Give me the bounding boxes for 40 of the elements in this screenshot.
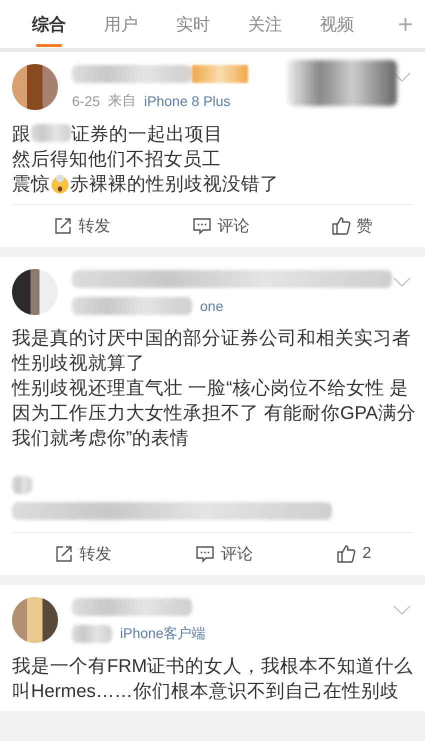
post-text: 证券的一起出项目 bbox=[71, 122, 223, 146]
blurred-text bbox=[72, 625, 112, 643]
chevron-down-icon bbox=[393, 277, 411, 288]
speech-bubble-icon bbox=[195, 544, 216, 564]
post-text: 然后得知他们不招女员工 bbox=[12, 147, 221, 171]
search-tab[interactable]: 关注 bbox=[246, 0, 284, 48]
speech-bubble-icon bbox=[192, 216, 212, 236]
like-button[interactable]: 赞 bbox=[330, 216, 372, 236]
emoji-icon bbox=[50, 174, 70, 194]
post-text: 性别歧视就算了 bbox=[12, 351, 145, 375]
add-button[interactable]: + bbox=[398, 8, 413, 40]
chevron-down-icon bbox=[393, 605, 411, 616]
search-tab[interactable]: 综合 bbox=[30, 0, 68, 48]
blurred-badge bbox=[192, 65, 248, 83]
avatar bbox=[12, 269, 58, 315]
source-label: 来自 bbox=[108, 92, 136, 110]
post-text: 赤裸裸的性别歧视没错了 bbox=[70, 172, 279, 196]
thumbs-up-icon bbox=[330, 216, 350, 236]
source-link[interactable]: one bbox=[200, 298, 224, 314]
source-link[interactable]: iPhone客户端 bbox=[120, 625, 206, 643]
post-date: 6-25 bbox=[72, 93, 100, 109]
blurred-text bbox=[31, 124, 71, 142]
post-text: 跟 bbox=[12, 122, 31, 146]
thumbs-up-icon bbox=[336, 544, 356, 564]
avatar bbox=[12, 64, 58, 110]
blurred-text bbox=[12, 476, 32, 494]
like-button[interactable]: 2 bbox=[336, 544, 372, 564]
avatar bbox=[12, 597, 58, 643]
post-text: 我是真的讨厌中国的部分证券公司和相关实习者 bbox=[12, 326, 411, 350]
repost-button[interactable]: 转发 bbox=[52, 216, 110, 236]
search-tab[interactable]: 用户 bbox=[102, 0, 140, 48]
repost-button[interactable]: 转发 bbox=[54, 544, 112, 564]
comment-button[interactable]: 评论 bbox=[195, 544, 254, 564]
post-text: 震惊 bbox=[12, 172, 50, 196]
search-tab[interactable]: 视频 bbox=[318, 0, 356, 48]
source-link[interactable]: iPhone 8 Plus bbox=[144, 93, 230, 109]
post-text: 我是一个有FRM证书的女人，我根本不知道什么叫Hermes……你们根本意识不到自己在性别歧 bbox=[12, 654, 414, 703]
post-text: 性别歧视还理直气壮 一脸“核心岗位不给女性 是因为工作压力大女性承担不了 有能耐你GPA满分我们就考虑你”的表情 bbox=[12, 376, 417, 450]
comment-button[interactable]: 评论 bbox=[192, 216, 250, 236]
search-tab[interactable]: 实时 bbox=[174, 0, 212, 48]
